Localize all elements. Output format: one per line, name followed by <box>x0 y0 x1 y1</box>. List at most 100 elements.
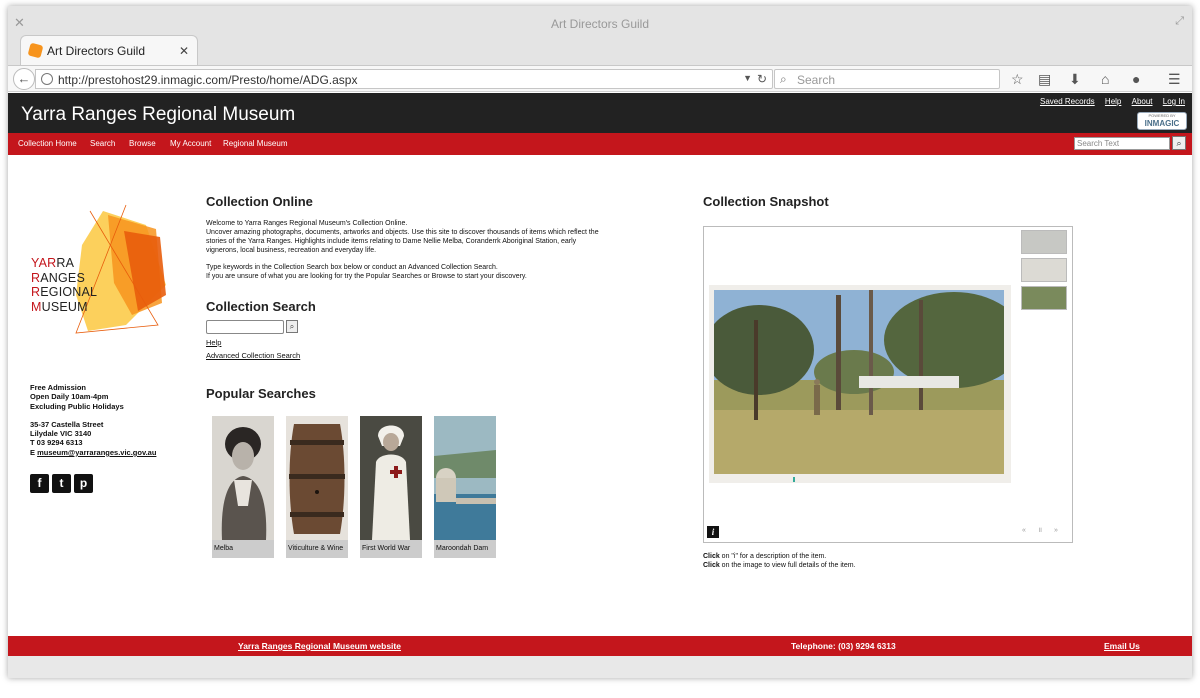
window-maximize-icon[interactable]: ⤢ <box>1175 15 1184 28</box>
collection-search-button[interactable]: ⌕ <box>286 320 298 333</box>
web-page: Yarra Ranges Regional Museum Saved Recor… <box>8 93 1192 678</box>
help-link[interactable]: Help <box>1105 97 1121 106</box>
popular-item-viticulture[interactable]: Viticulture & Wine <box>286 416 348 558</box>
note-bold: Click <box>703 553 720 560</box>
museum-website-link[interactable]: Yarra Ranges Regional Museum website <box>238 641 401 651</box>
email-us-link[interactable]: Email Us <box>1104 641 1140 651</box>
collection-search-input[interactable] <box>206 320 284 334</box>
welcome-p1: Welcome to Yarra Ranges Regional Museum'… <box>206 220 408 227</box>
logo-line-3-accent: R <box>31 285 41 299</box>
snapshot-thumbnail-1[interactable] <box>1021 230 1067 254</box>
reading-list-icon[interactable]: ▤ <box>1038 70 1051 88</box>
popular-label: Melba <box>214 545 234 552</box>
barrel-photo <box>286 416 348 540</box>
header-links: Saved Records Help About Log In <box>1032 97 1185 106</box>
browser-search-placeholder: Search <box>797 73 836 87</box>
search-help-link[interactable]: Help <box>206 338 221 347</box>
nav-collection-home[interactable]: Collection Home <box>18 139 77 148</box>
logo-line-4: USEUM <box>41 299 88 314</box>
admission-text: Free Admission <box>30 383 86 392</box>
url-bar[interactable]: http://prestohost29.inmagic.com/Presto/h… <box>35 69 773 89</box>
favicon-icon <box>27 42 44 59</box>
advanced-search-link[interactable]: Advanced Collection Search <box>206 351 300 360</box>
nav-browse[interactable]: Browse <box>129 139 156 148</box>
chat-icon[interactable]: ● <box>1132 70 1140 88</box>
saved-records-link[interactable]: Saved Records <box>1040 97 1095 106</box>
site-title: Yarra Ranges Regional Museum <box>21 104 296 125</box>
social-links: ftp <box>30 474 96 493</box>
inmagic-badge[interactable]: POWERED BY INMAGIC <box>1137 112 1187 130</box>
logo-line-4-accent: M <box>31 299 42 314</box>
collection-snapshot-heading: Collection Snapshot <box>703 194 829 209</box>
popular-item-maroondah-dam[interactable]: Maroondah Dam <box>434 416 496 558</box>
page-bottom <box>8 656 1192 678</box>
browser-window: ✕ Art Directors Guild ⤢ Art Directors Gu… <box>8 6 1192 678</box>
downloads-icon[interactable]: ⬇ <box>1069 70 1081 88</box>
reload-icon[interactable]: ↻ <box>757 72 767 86</box>
site-search-button[interactable]: ⌕ <box>1172 136 1186 150</box>
title-bar: ✕ Art Directors Guild ⤢ Art Directors Gu… <box>8 6 1192 66</box>
snapshot-thumbnail-3[interactable] <box>1021 286 1067 310</box>
phone-text: T 03 9294 6313 <box>30 438 83 448</box>
popular-item-melba[interactable]: Melba <box>212 416 274 558</box>
snapshot-thumbnail-2[interactable] <box>1021 258 1067 282</box>
info-icon[interactable]: i <box>707 526 719 538</box>
welcome-p3: Type keywords in the Collection Search b… <box>206 263 498 271</box>
nav-regional-museum[interactable]: Regional Museum <box>223 139 287 148</box>
note-text: on "i" for a description of the item. <box>719 553 827 560</box>
tab-title: Art Directors Guild <box>47 44 146 58</box>
nav-search[interactable]: Search <box>90 139 115 148</box>
twitter-icon[interactable]: t <box>52 474 71 493</box>
snapshot-note-details: Click on the image to view full details … <box>703 562 856 569</box>
log-in-link[interactable]: Log In <box>1163 97 1185 106</box>
snapshot-note-info: Click on "i" for a description of the it… <box>703 553 826 560</box>
site-footer: Yarra Ranges Regional Museum website Tel… <box>8 636 1192 656</box>
back-button[interactable]: ← <box>13 68 35 90</box>
pinterest-icon[interactable]: p <box>74 474 93 493</box>
visitor-info: Free Admission Open Daily 10am-4pm Exclu… <box>30 383 156 457</box>
opening-hours: Open Daily 10am-4pm <box>30 392 109 402</box>
slideshow-controls[interactable]: « ॥ » <box>1022 526 1063 535</box>
popular-item-first-world-war[interactable]: First World War <box>360 416 422 558</box>
tab-close-icon[interactable]: ✕ <box>179 44 189 58</box>
url-dropdown-icon[interactable]: ▼ <box>743 73 752 83</box>
welcome-text: Welcome to Yarra Ranges Regional Museum'… <box>206 220 606 281</box>
dam-photo <box>434 416 496 540</box>
welcome-p2: Uncover amazing photographs, documents, … <box>206 228 599 254</box>
welcome-p4: If you are unsure of what you are lookin… <box>206 272 527 280</box>
search-icon: ⌕ <box>780 72 787 86</box>
badge-brand-text: INMAGIC <box>1144 119 1180 128</box>
footer-phone: Telephone: (03) 9294 6313 <box>791 641 896 651</box>
nurse-photo <box>360 416 422 540</box>
window-title: Art Directors Guild <box>550 17 650 31</box>
address-street: 35-37 Castella Street <box>30 419 104 429</box>
logo-line-1-accent: YAR <box>31 256 57 270</box>
menu-icon[interactable]: ☰ <box>1168 70 1181 88</box>
browser-search-input[interactable]: ⌕ Search <box>774 69 1000 89</box>
snapshot-viewer: i « ॥ » <box>703 226 1073 543</box>
logo-line-3: EGIONAL <box>40 285 98 299</box>
popular-label: Viticulture & Wine <box>288 545 344 552</box>
home-icon[interactable]: ⌂ <box>1101 70 1109 88</box>
about-link[interactable]: About <box>1132 97 1153 106</box>
browser-tab[interactable]: Art Directors Guild ✕ <box>20 35 198 66</box>
address-suburb: Lilydale VIC 3140 <box>30 429 92 439</box>
logo-line-2: ANGES <box>40 270 85 285</box>
email-link[interactable]: museum@yarraranges.vic.gov.au <box>37 448 156 457</box>
melba-photo <box>212 416 274 540</box>
note-text: on the image to view full details of the… <box>719 562 856 569</box>
site-header: Yarra Ranges Regional Museum Saved Recor… <box>8 93 1192 133</box>
logo-text: YARRA RANGES REGIONAL MUSEUM <box>31 256 97 314</box>
logo-line-2-accent: R <box>31 270 41 285</box>
site-nav: Collection Home Search Browse My Account… <box>8 133 1192 155</box>
collection-online-heading: Collection Online <box>206 194 313 209</box>
bookmark-star-icon[interactable]: ☆ <box>1011 70 1024 88</box>
facebook-icon[interactable]: f <box>30 474 49 493</box>
nav-my-account[interactable]: My Account <box>170 139 211 148</box>
popular-searches-heading: Popular Searches <box>206 386 316 401</box>
site-search-input[interactable]: Search Text <box>1074 137 1170 150</box>
url-text: http://prestohost29.inmagic.com/Presto/h… <box>58 73 358 87</box>
snapshot-image[interactable] <box>714 290 1004 474</box>
popular-label: First World War <box>362 545 411 552</box>
navigation-toolbar: ← http://prestohost29.inmagic.com/Presto… <box>8 65 1192 92</box>
